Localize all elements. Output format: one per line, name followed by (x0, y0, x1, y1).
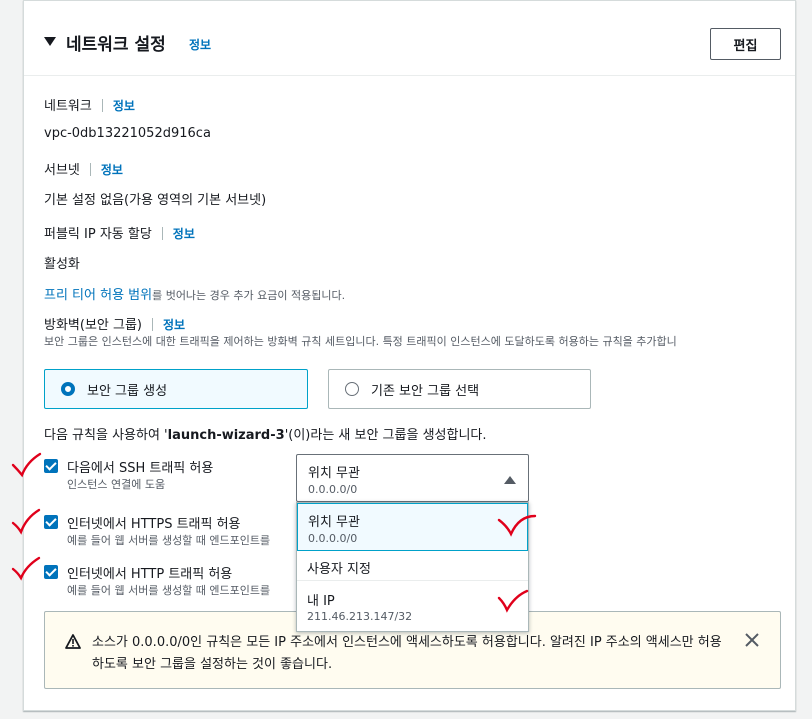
https-rule-label: 인터넷에서 HTTPS 트래픽 허용 (67, 517, 241, 532)
select-value: 위치 무관 (308, 466, 360, 481)
https-rule-sub: 예를 들어 웹 서버를 생성할 때 엔드포인트를 (67, 534, 271, 547)
option-sub: 0.0.0.0/0 (308, 532, 358, 545)
firewall-info-link[interactable]: 정보 (163, 318, 185, 332)
dropdown-option-my-ip[interactable]: 내 IP 211.46.213.147/32 (297, 582, 528, 632)
ssh-rule-label: 다음에서 SSH 트래픽 허용 (67, 461, 214, 476)
select-sub-value: 0.0.0.0/0 (308, 483, 358, 496)
subnet-value: 기본 설정 없음(가용 영역의 기본 서브넷) (44, 193, 267, 208)
rule-intro: 다음 규칙을 사용하여 'launch-wizard-3'(이)라는 새 보안 … (44, 424, 487, 443)
public-ip-label: 퍼블릭 IP 자동 할당 (44, 227, 152, 242)
dropdown-option-custom[interactable]: 사용자 지정 (297, 551, 528, 581)
rule-intro-suffix: '(이)라는 새 보안 그룹을 생성합니다. (284, 428, 487, 443)
rule-intro-prefix: 다음 규칙을 사용하여 ' (44, 428, 168, 443)
divider (89, 163, 91, 176)
dropdown-option-anywhere[interactable]: 위치 무관 0.0.0.0/0 (297, 503, 528, 551)
free-tier-text: 를 벗어나는 경우 추가 요금이 적용됩니다. (152, 289, 346, 302)
network-info-link[interactable]: 정보 (113, 99, 135, 113)
subnet-info-link[interactable]: 정보 (101, 163, 123, 177)
ssh-source-select[interactable]: 위치 무관 0.0.0.0/0 (296, 454, 529, 502)
edit-button[interactable]: 편집 (710, 28, 781, 60)
ssh-checkbox[interactable] (44, 459, 58, 473)
network-value: vpc-0db13221052d916ca (44, 126, 211, 141)
security-group-name: launch-wizard-3 (167, 428, 285, 443)
subnet-label: 서브넷 (44, 163, 80, 178)
existing-security-group-label: 기존 보안 그룹 선택 (371, 383, 480, 399)
firewall-description: 보안 그룹은 인스턴스에 대한 트래픽을 제어하는 방화벽 규칙 세트입니다. … (44, 335, 677, 348)
create-security-group-option[interactable]: 보안 그룹 생성 (44, 369, 308, 409)
network-label-row: 네트워크 정보 (44, 95, 135, 114)
divider (101, 99, 103, 112)
option-label: 내 IP (307, 594, 335, 609)
divider (152, 318, 153, 331)
subnet-label-row: 서브넷 정보 (44, 159, 123, 178)
public-ip-label-row: 퍼블릭 IP 자동 할당 정보 (44, 223, 195, 242)
existing-security-group-option[interactable]: 기존 보안 그룹 선택 (328, 369, 591, 409)
public-ip-info-link[interactable]: 정보 (173, 227, 195, 241)
warning-icon (65, 634, 81, 649)
network-settings-panel: 네트워크 설정 정보 편집 네트워크 정보 vpc-0db13221052d916… (23, 0, 796, 711)
collapse-caret-icon[interactable] (44, 37, 56, 46)
caret-up-icon[interactable] (504, 476, 516, 484)
firewall-label-row: 방화벽(보안 그룹) 정보 (44, 314, 185, 333)
header-info-link[interactable]: 정보 (189, 36, 211, 53)
free-tier-note: 프리 티어 허용 범위를 벗어나는 경우 추가 요금이 적용됩니다. (44, 284, 345, 303)
divider (161, 227, 163, 240)
panel-title: 네트워크 설정 (66, 35, 166, 55)
free-tier-link[interactable]: 프리 티어 허용 범위 (44, 288, 152, 303)
network-label: 네트워크 (44, 99, 92, 114)
warning-text: 소스가 0.0.0.0/0인 규칙은 모든 IP 주소에서 인스턴스에 액세스하… (92, 635, 722, 672)
firewall-label: 방화벽(보안 그룹) (44, 318, 142, 333)
http-checkbox[interactable] (44, 565, 58, 579)
option-label: 위치 무관 (308, 515, 360, 530)
public-ip-value: 활성화 (44, 257, 80, 272)
panel-header: 네트워크 설정 정보 편집 (24, 1, 795, 76)
ssh-rule-sub: 인스턴스 연결에 도움 (67, 478, 166, 491)
radio-selected-icon[interactable] (61, 382, 75, 396)
option-label: 사용자 지정 (307, 562, 371, 577)
http-rule-label: 인터넷에서 HTTP 트래픽 허용 (67, 567, 233, 582)
http-rule-sub: 예를 들어 웹 서버를 생성할 때 엔드포인트를 (67, 584, 271, 597)
radio-unselected-icon[interactable] (345, 382, 359, 396)
create-security-group-label: 보안 그룹 생성 (87, 383, 168, 399)
close-icon[interactable] (742, 630, 762, 650)
ssh-source-dropdown: 위치 무관 0.0.0.0/0 사용자 지정 내 IP 211.46.213.1… (296, 502, 529, 632)
option-sub: 211.46.213.147/32 (307, 610, 413, 623)
https-checkbox[interactable] (44, 515, 58, 529)
